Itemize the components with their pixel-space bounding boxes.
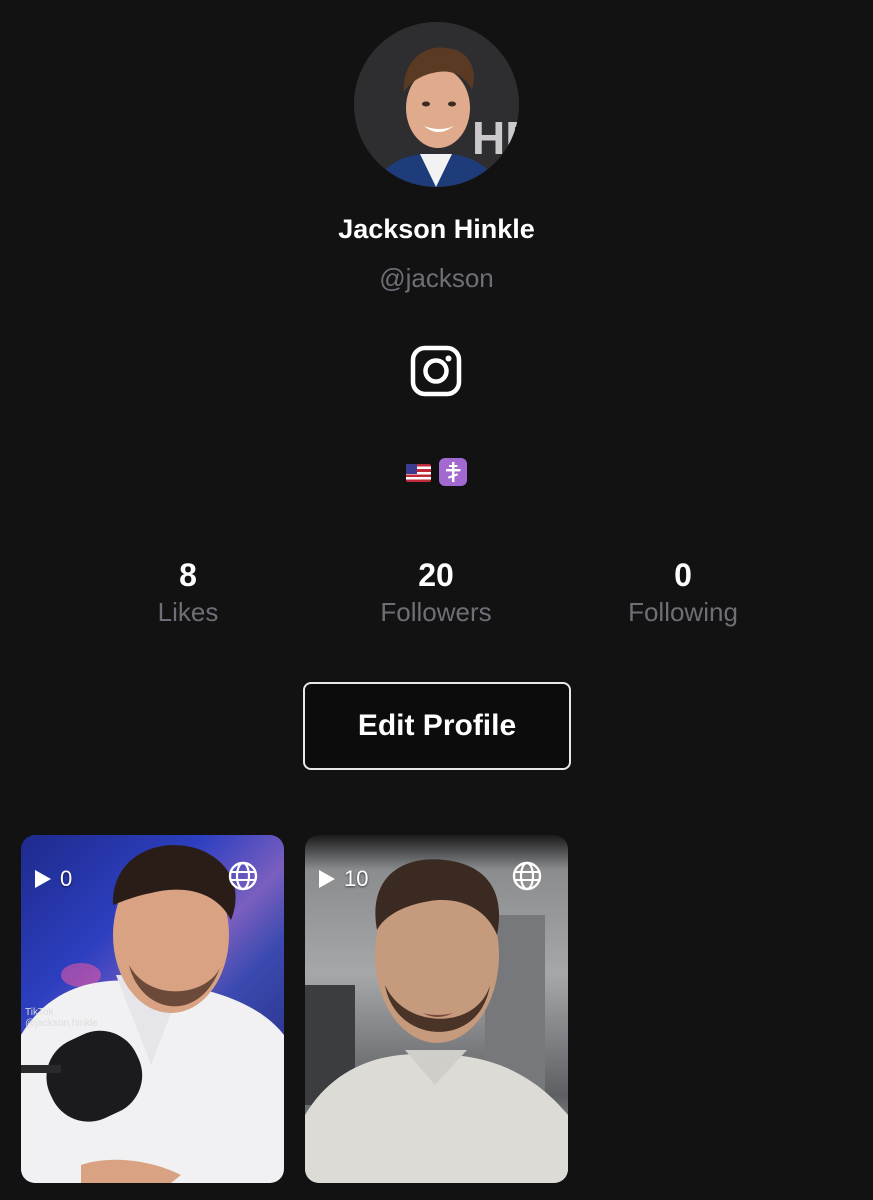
video-thumbnail[interactable]: 0 TikTok @jackson.hinkle (21, 835, 284, 1183)
tiktok-watermark-label: TikTok (25, 1007, 54, 1018)
stat-followers[interactable]: 20 Followers (336, 556, 536, 628)
tiktok-watermark-handle: @jackson.hinkle (25, 1018, 98, 1029)
svg-text:HB: HB (472, 112, 519, 164)
stat-following[interactable]: 0 Following (583, 556, 783, 628)
globe-icon (228, 861, 258, 891)
view-count-value: 0 (60, 866, 73, 891)
stat-likes[interactable]: 8 Likes (88, 556, 288, 628)
us-flag-emoji (406, 464, 431, 482)
bio-emojis (0, 458, 873, 486)
globe-icon (512, 861, 542, 891)
followers-count: 20 (418, 557, 454, 593)
following-label: Following (628, 597, 738, 627)
edit-profile-button[interactable]: Edit Profile (303, 682, 571, 770)
tiktok-watermark: TikTok @jackson.hinkle (25, 1007, 98, 1029)
following-count: 0 (674, 557, 692, 593)
orthodox-cross-emoji (439, 458, 467, 486)
likes-label: Likes (157, 597, 219, 627)
profile-display-name: Jackson Hinkle (338, 214, 535, 244)
profile-username: @jackson (379, 263, 494, 293)
profile-avatar[interactable]: HB (354, 22, 519, 187)
view-count-value: 10 (344, 866, 369, 891)
followers-label: Followers (380, 597, 492, 627)
likes-count: 8 (179, 557, 197, 593)
video-thumbnail[interactable]: 10 (305, 835, 568, 1183)
instagram-icon[interactable] (410, 345, 462, 397)
play-icon (35, 870, 51, 888)
profile-stats: 8 Likes 20 Followers 0 Following (0, 556, 873, 636)
play-icon (319, 870, 335, 888)
view-count: 0 (34, 866, 72, 892)
view-count: 10 (318, 866, 368, 892)
